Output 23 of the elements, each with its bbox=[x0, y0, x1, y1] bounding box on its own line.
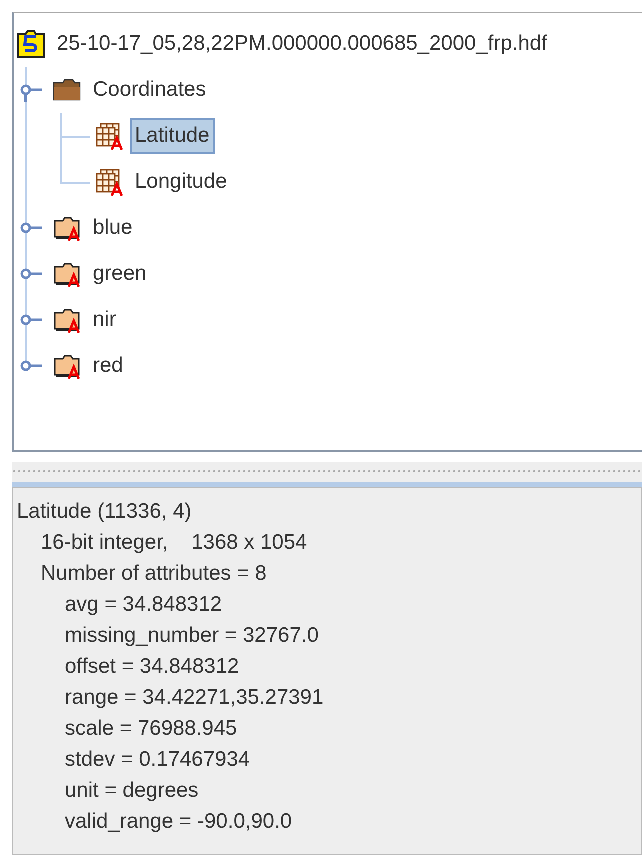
tree-node[interactable]: red bbox=[88, 348, 128, 384]
attribute-line: offset = 34.848312 bbox=[64, 654, 240, 680]
tree-node[interactable]: Longitude bbox=[130, 164, 232, 200]
dataset-icon bbox=[94, 121, 124, 151]
attribute-line: unit = degrees bbox=[64, 778, 200, 804]
file-name[interactable]: 25-10-17_05,28,22PM.000000.000685_2000_frp.hdf bbox=[52, 26, 552, 62]
tree-node[interactable]: blue bbox=[88, 210, 138, 246]
info-line: 16-bit integer, 1368 x 1054 bbox=[40, 530, 308, 556]
tree-node[interactable]: green bbox=[88, 256, 152, 292]
attribute-line: valid_range = -90.0,90.0 bbox=[64, 809, 294, 835]
attribute-line: avg = 34.848312 bbox=[64, 592, 224, 618]
attribute-line: stdev = 0.17467934 bbox=[64, 747, 252, 773]
dataset-icon bbox=[94, 167, 124, 197]
attribute-line: range = 34.42271,35.27391 bbox=[64, 685, 325, 711]
tree-node[interactable]: Latitude bbox=[130, 118, 215, 154]
attribute-line: scale = 76988.945 bbox=[64, 716, 238, 742]
attribute-line: missing_number = 32767.0 bbox=[64, 623, 320, 649]
tree-node[interactable]: Coordinates bbox=[88, 72, 212, 108]
info-title: Latitude (11336, 4) bbox=[17, 499, 193, 525]
splitter-handle[interactable] bbox=[12, 462, 642, 487]
tree-node[interactable]: nir bbox=[88, 302, 122, 338]
info-line: Number of attributes = 8 bbox=[40, 561, 268, 587]
hdf-file-icon bbox=[16, 29, 46, 59]
